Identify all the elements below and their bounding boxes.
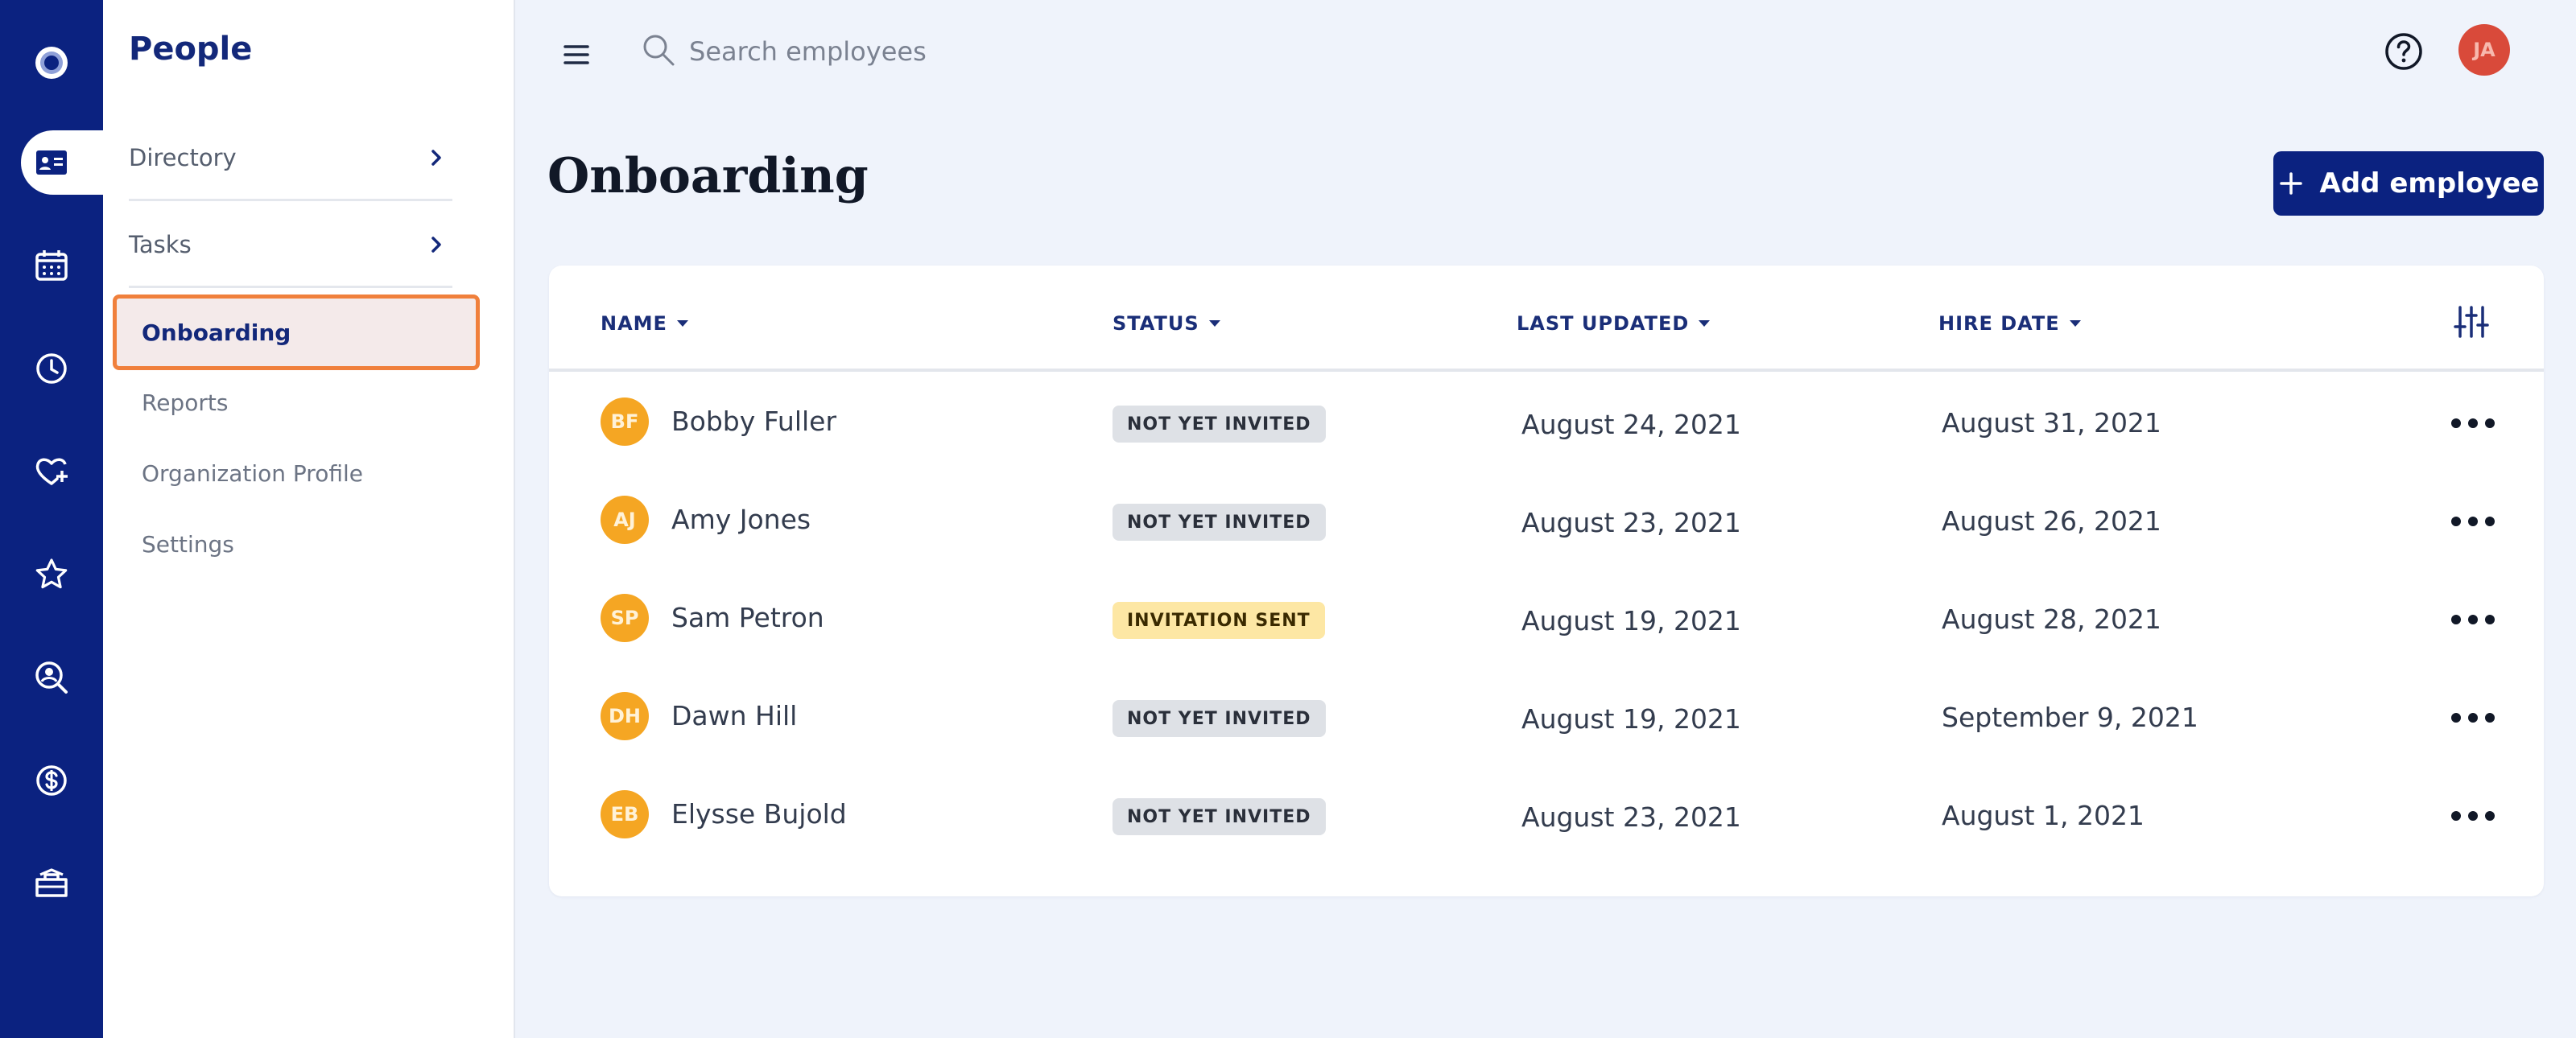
row-actions-button[interactable] (2449, 505, 2497, 538)
rail-item-people[interactable] (21, 130, 103, 195)
people-subnav: People Directory Tasks Onboarding Report… (103, 0, 515, 1038)
rail-item-time[interactable] (0, 336, 103, 401)
status-badge: NOT YET INVITED (1113, 798, 1326, 835)
hire-date: August 26, 2021 (1942, 505, 2161, 537)
employee-name[interactable]: Elysse Bujold (671, 798, 847, 830)
nav-group-label: Tasks (129, 230, 192, 258)
subnav-title: People (129, 31, 253, 68)
caret-down-icon (1699, 320, 1711, 327)
help-icon[interactable] (2383, 31, 2425, 72)
nav-group-directory[interactable]: Directory (129, 116, 452, 201)
caret-down-icon (2069, 320, 2081, 327)
rail-item-recruiting[interactable] (0, 645, 103, 710)
row-actions-button[interactable] (2449, 702, 2497, 734)
add-employee-button[interactable]: Add employee (2273, 151, 2544, 216)
employee-avatar: DH (601, 692, 649, 740)
last-updated-date: August 23, 2021 (1521, 801, 1741, 833)
employee-name[interactable]: Sam Petron (671, 602, 824, 633)
sort-header-last-updated[interactable]: LAST UPDATED (1517, 312, 1711, 335)
sort-header-hire-date[interactable]: HIRE DATE (1938, 312, 2081, 335)
status-badge: NOT YET INVITED (1113, 700, 1326, 737)
hire-date: August 1, 2021 (1942, 800, 2145, 831)
table-row[interactable]: BF Bobby Fuller NOT YET INVITED August 2… (549, 372, 2544, 470)
column-label: STATUS (1113, 312, 1199, 335)
row-actions-button[interactable] (2449, 800, 2497, 832)
more-horizontal-icon (2451, 517, 2495, 526)
clock-icon (36, 353, 67, 384)
nav-item-onboarding[interactable]: Onboarding (113, 295, 480, 370)
sort-header-name[interactable]: NAME (601, 312, 688, 335)
star-icon (35, 558, 68, 589)
hamburger-menu-icon[interactable] (562, 40, 591, 69)
dollar-icon (36, 765, 67, 796)
employee-name[interactable]: Amy Jones (671, 504, 811, 535)
id-card-icon (36, 150, 67, 175)
rail-item-payroll[interactable] (0, 748, 103, 813)
toolbox-icon (35, 868, 68, 897)
heart-plus-icon (35, 458, 68, 485)
table-row[interactable]: SP Sam Petron INVITATION SENT August 19,… (549, 568, 2544, 666)
logo-icon[interactable] (0, 31, 103, 95)
search-input[interactable] (689, 27, 1253, 76)
hire-date: August 28, 2021 (1942, 603, 2161, 635)
rail-item-benefits[interactable] (0, 439, 103, 504)
rail-item-calendar[interactable] (0, 233, 103, 298)
employee-name[interactable]: Dawn Hill (671, 700, 797, 731)
status-badge: NOT YET INVITED (1113, 406, 1326, 443)
table-row[interactable]: AJ Amy Jones NOT YET INVITED August 23, … (549, 470, 2544, 568)
more-horizontal-icon (2451, 811, 2495, 821)
caret-down-icon (1208, 320, 1220, 327)
employee-avatar: AJ (601, 496, 649, 544)
chevron-right-icon (431, 236, 441, 253)
nav-group-label: Directory (129, 143, 237, 171)
search-icon (643, 35, 675, 66)
calendar-icon (35, 250, 68, 281)
more-horizontal-icon (2451, 615, 2495, 624)
row-actions-button[interactable] (2449, 407, 2497, 439)
top-bar: JA (517, 0, 2576, 103)
rail-item-performance[interactable] (0, 542, 103, 607)
column-settings-icon[interactable] (2452, 303, 2491, 341)
hire-date: August 31, 2021 (1942, 407, 2161, 439)
rail-item-tools[interactable] (0, 851, 103, 916)
nav-group-tasks[interactable]: Tasks (129, 203, 452, 288)
caret-down-icon (676, 320, 688, 327)
user-avatar[interactable]: JA (2458, 24, 2510, 76)
employee-name[interactable]: Bobby Fuller (671, 406, 836, 437)
page-title: Onboarding (547, 148, 869, 204)
add-employee-label: Add employee (2319, 167, 2540, 200)
row-actions-button[interactable] (2449, 603, 2497, 636)
column-label: HIRE DATE (1938, 312, 2060, 335)
more-horizontal-icon (2451, 713, 2495, 723)
last-updated-date: August 19, 2021 (1521, 703, 1741, 735)
nav-item-organization-profile[interactable]: Organization Profile (142, 460, 363, 487)
employee-avatar: BF (601, 397, 649, 446)
column-label: NAME (601, 312, 667, 335)
last-updated-date: August 19, 2021 (1521, 605, 1741, 636)
employee-avatar: EB (601, 790, 649, 838)
last-updated-date: August 24, 2021 (1521, 409, 1741, 440)
chevron-right-icon (431, 149, 441, 166)
employee-avatar: SP (601, 594, 649, 642)
status-badge: INVITATION SENT (1113, 602, 1325, 639)
more-horizontal-icon (2451, 418, 2495, 428)
nav-item-reports[interactable]: Reports (142, 389, 228, 416)
last-updated-date: August 23, 2021 (1521, 507, 1741, 538)
hire-date: September 9, 2021 (1942, 702, 2198, 733)
table-row[interactable]: EB Elysse Bujold NOT YET INVITED August … (549, 764, 2544, 863)
icon-rail (0, 0, 103, 1038)
status-badge: NOT YET INVITED (1113, 504, 1326, 541)
table-header: NAME STATUS LAST UPDATED HIRE DATE (549, 266, 2544, 372)
employee-table: NAME STATUS LAST UPDATED HIRE DATE BF Bo… (549, 266, 2544, 896)
sort-header-status[interactable]: STATUS (1113, 312, 1220, 335)
column-label: LAST UPDATED (1517, 312, 1690, 335)
nav-item-settings[interactable]: Settings (142, 531, 234, 558)
table-row[interactable]: DH Dawn Hill NOT YET INVITED August 19, … (549, 666, 2544, 764)
plus-icon (2279, 172, 2302, 195)
search-person-icon (35, 661, 68, 694)
